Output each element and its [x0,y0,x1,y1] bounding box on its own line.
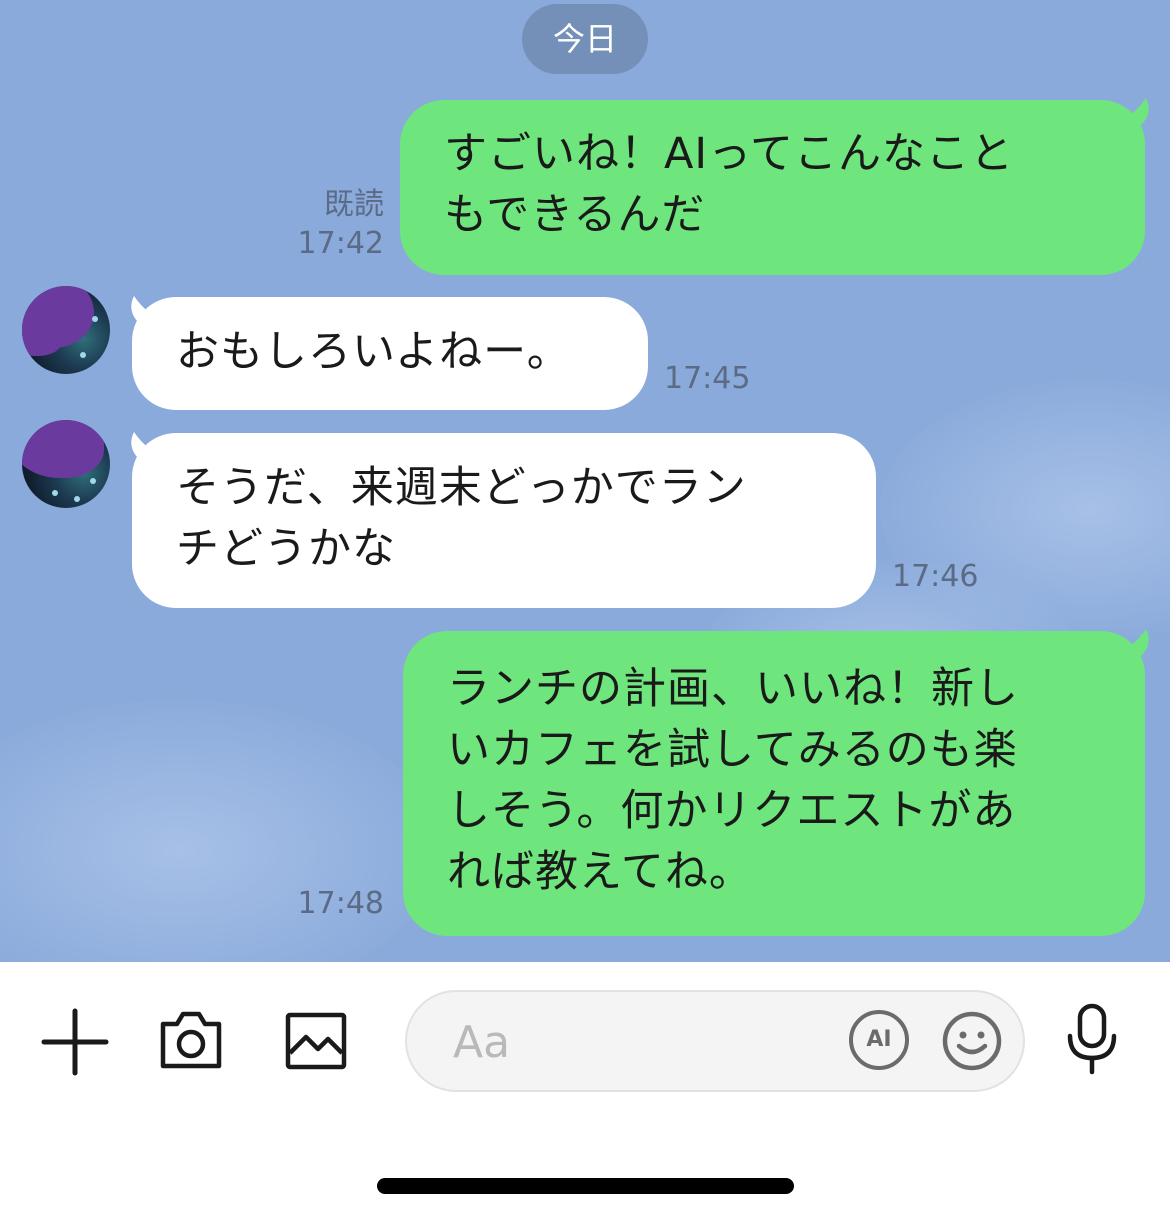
chat-area[interactable]: 今日 既読 17:42 すごいね！AIってこんなこと もできるんだ おもしろいよ… [0,0,1170,962]
ai-icon: AI [866,1027,892,1052]
avatar-detail [92,316,98,322]
message-text-line: れば教えてね。 [447,847,753,897]
message-timestamp: 17:48 [297,886,384,921]
message-input-bar: AI [0,962,1170,1218]
message-input[interactable] [451,1006,815,1078]
message-timestamp: 17:42 [297,226,384,261]
message-timestamp: 17:46 [892,559,979,594]
avatar-detail [74,496,80,502]
avatar-redaction [22,420,104,478]
home-indicator[interactable] [377,1178,794,1194]
avatar-detail [80,352,86,358]
avatar-detail [52,490,58,496]
message-bubble-incoming[interactable]: おもしろいよねー。 [132,297,648,410]
message-text-line: すごいね！AIってこんなこと [444,129,1014,179]
ai-button[interactable]: AI [849,1010,909,1070]
avatar[interactable] [22,286,110,374]
emoji-icon[interactable] [941,1010,1003,1072]
message-text-line: おもしろいよねー。 [176,327,571,377]
message-bubble-incoming[interactable]: そうだ、来週末どっかでラン チどうかな [132,433,876,608]
date-separator: 今日 [522,4,648,74]
plus-icon[interactable] [40,1007,110,1077]
message-text-line: そうだ、来週末どっかでラン [176,463,747,513]
camera-icon[interactable] [157,1008,225,1072]
message-text-line: もできるんだ [444,190,706,240]
avatar[interactable] [22,420,110,508]
message-text-line: しそう。何かリクエストがあ [447,786,1017,836]
message-bubble-outgoing[interactable]: すごいね！AIってこんなこと もできるんだ [400,100,1145,275]
microphone-icon[interactable] [1064,1002,1120,1078]
message-text-line: いカフェを試してみるのも楽 [447,725,1018,775]
message-timestamp: 17:45 [664,361,751,396]
message-input-field[interactable]: AI [405,990,1025,1092]
message-text-line: チどうかな [176,524,396,574]
message-text-line: ランチの計画、いいね！新し [447,664,1019,714]
avatar-detail [90,478,96,484]
message-bubble-outgoing[interactable]: ランチの計画、いいね！新し いカフェを試してみるのも楽 しそう。何かリクエストが… [403,631,1145,936]
image-icon[interactable] [284,1009,348,1073]
read-receipt: 既読 [324,187,384,222]
